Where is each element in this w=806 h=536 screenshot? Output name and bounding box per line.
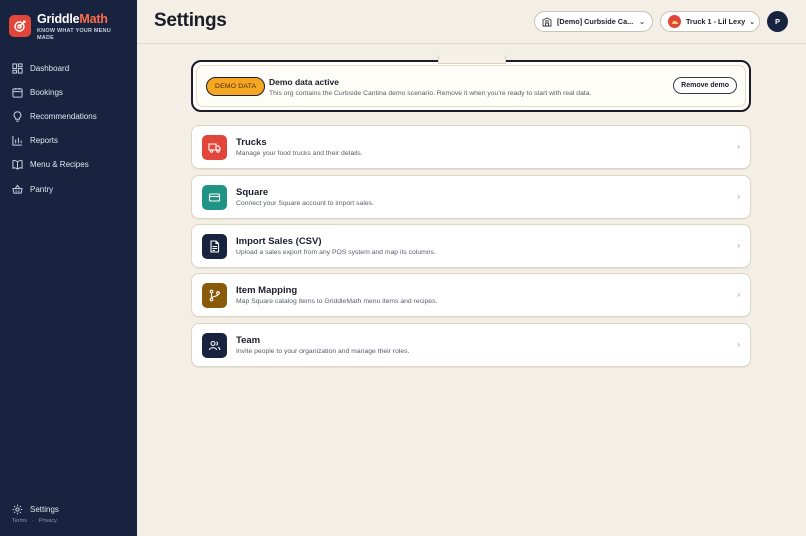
card-icon xyxy=(202,185,227,210)
sidebar-item-dashboard[interactable]: Dashboard xyxy=(0,56,137,80)
card-title: Square xyxy=(236,187,269,198)
truck-select-value: Truck 1 - Lil Lexy xyxy=(686,17,746,26)
sidebar: GriddleMath KNOW WHAT YOUR MENU MADE Das… xyxy=(0,0,137,536)
card-description: Map Square catalog items to GriddleMath … xyxy=(236,298,438,305)
gear-icon xyxy=(12,504,23,514)
avatar[interactable]: P xyxy=(767,11,788,32)
calendar-icon xyxy=(12,87,23,98)
card-title: Trucks xyxy=(236,137,267,148)
footer-links: Terms · Privacy xyxy=(12,518,57,524)
settings-card-import-sales[interactable]: Import Sales (CSV) Upload a sales export… xyxy=(191,224,751,268)
chevron-right-icon: › xyxy=(737,340,740,349)
brand[interactable]: GriddleMath KNOW WHAT YOUR MENU MADE xyxy=(9,12,121,41)
demo-data-badge: DEMO DATA xyxy=(206,77,266,96)
sidebar-item-menu-recipes[interactable]: Menu & Recipes xyxy=(0,153,137,177)
chevron-right-icon: › xyxy=(737,192,740,201)
demo-data-banner: DEMO DATA Demo data active This org cont… xyxy=(191,55,751,112)
chevron-right-icon: › xyxy=(737,241,740,250)
card-description: Invite people to your organization and m… xyxy=(236,348,410,355)
settings-card-team[interactable]: Team Invite people to your organization … xyxy=(191,323,751,367)
sidebar-item-label: Menu & Recipes xyxy=(30,160,89,170)
sidebar-nav: Dashboard Bookings Recommendations Repor… xyxy=(0,56,137,201)
target-icon xyxy=(9,15,31,37)
card-description: Connect your Square account to import sa… xyxy=(236,200,374,207)
org-select-value: [Demo] Curbside Ca... xyxy=(557,17,634,26)
sidebar-item-label: Reports xyxy=(30,136,59,146)
org-select[interactable]: [Demo] Curbside Ca... ⌄ xyxy=(534,11,653,32)
remove-demo-button[interactable]: Remove demo xyxy=(673,77,737,94)
card-description: Manage your food trucks and their detail… xyxy=(236,150,363,157)
sidebar-item-label: Dashboard xyxy=(30,63,70,73)
page-title: Settings xyxy=(154,10,227,31)
file-icon xyxy=(202,234,227,259)
settings-card-square[interactable]: Square Connect your Square account to im… xyxy=(191,175,751,219)
sidebar-item-reports[interactable]: Reports xyxy=(0,129,137,153)
building-icon xyxy=(542,16,552,26)
truck-select[interactable]: Truck 1 - Lil Lexy ⌄ xyxy=(660,11,760,32)
card-title: Item Mapping xyxy=(236,285,298,296)
sidebar-item-label: Recommendations xyxy=(30,111,97,121)
settings-card-item-mapping[interactable]: Item Mapping Map Square catalog items to… xyxy=(191,273,751,317)
demo-banner-description: This org contains the Curbside Cantina d… xyxy=(269,90,592,97)
lightbulb-icon xyxy=(13,111,22,122)
basket-icon xyxy=(12,184,23,194)
branch-icon xyxy=(202,283,227,308)
banner-tab xyxy=(438,55,506,64)
terms-link[interactable]: Terms xyxy=(12,518,27,524)
chevron-down-icon: ⌄ xyxy=(639,18,645,26)
top-header: Settings [Demo] Curbside Ca... ⌄ Truck 1… xyxy=(137,0,806,44)
book-icon xyxy=(12,160,23,171)
card-description: Upload a sales export from any POS syste… xyxy=(236,249,436,256)
bar-chart-icon xyxy=(12,136,23,146)
chevron-down-icon: ⌄ xyxy=(749,18,756,26)
chevron-right-icon: › xyxy=(737,142,740,151)
card-title: Import Sales (CSV) xyxy=(236,236,322,247)
brand-name: GriddleMath xyxy=(37,12,108,26)
card-title: Team xyxy=(236,335,261,346)
truck-badge-icon xyxy=(668,15,681,28)
privacy-link[interactable]: Privacy xyxy=(39,518,57,524)
sidebar-item-label: Pantry xyxy=(30,184,54,194)
footer-separator: · xyxy=(31,518,34,524)
users-icon xyxy=(202,333,227,358)
sidebar-item-bookings[interactable]: Bookings xyxy=(0,80,137,104)
truck-icon xyxy=(202,135,227,160)
settings-card-trucks[interactable]: Trucks Manage your food trucks and their… xyxy=(191,125,751,169)
sidebar-item-pantry[interactable]: Pantry xyxy=(0,177,137,201)
sidebar-item-label: Bookings xyxy=(30,87,63,97)
brand-tagline: KNOW WHAT YOUR MENU MADE xyxy=(37,28,111,41)
sidebar-item-recommendations[interactable]: Recommendations xyxy=(0,104,137,128)
dashboard-icon xyxy=(12,63,23,74)
demo-banner-title: Demo data active xyxy=(269,77,339,87)
chevron-right-icon: › xyxy=(737,290,740,299)
sidebar-item-label: Settings xyxy=(30,504,59,514)
